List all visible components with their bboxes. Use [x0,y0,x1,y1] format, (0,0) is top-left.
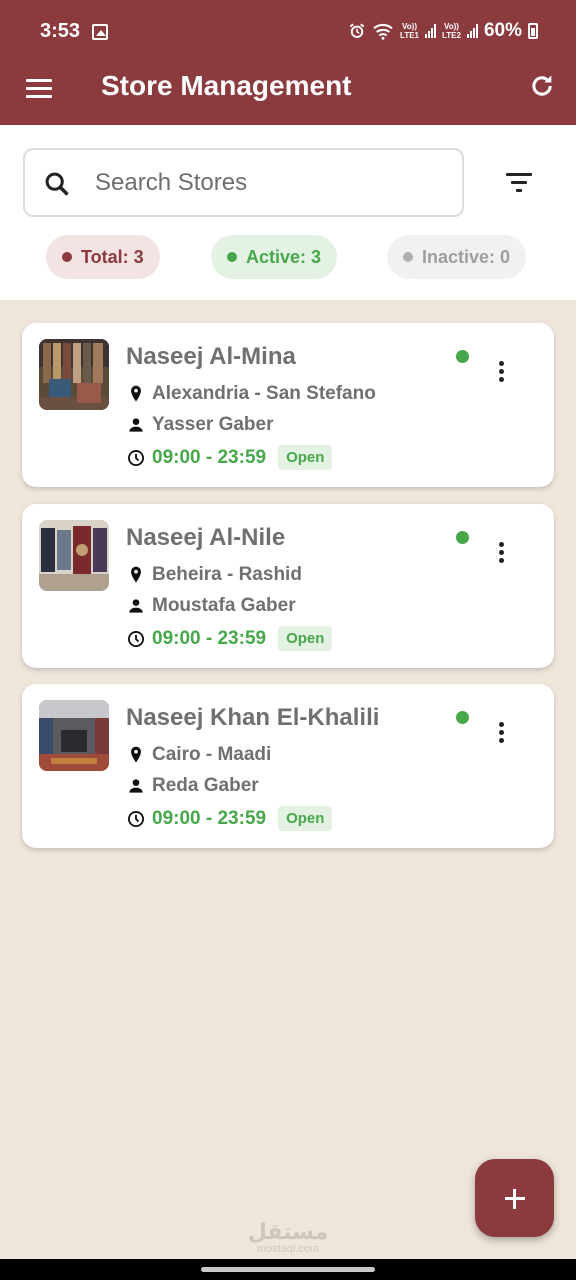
network-2-label: Vo)) LTE2 [442,22,461,40]
search-box[interactable] [23,148,464,217]
search-input[interactable] [95,164,435,202]
inactive-dot [403,252,413,262]
store-hours: 09:00 - 23:59 Open [126,445,333,470]
clock-icon [128,810,144,827]
inactive-count-label: Inactive: 0 [422,246,511,267]
store-thumbnail [39,520,109,591]
wifi-icon [373,23,393,40]
open-status-badge: Open [278,626,333,651]
home-gesture-handle[interactable] [201,1267,375,1272]
store-hours-text: 09:00 - 23:59 [152,446,267,468]
store-owner: Reda Gaber [126,775,259,797]
store-name: Naseej Khan El-Khalili [126,704,380,731]
store-location: Beheira - Rashid [126,564,302,586]
alarm-icon [349,23,365,38]
filter-icon[interactable] [506,173,534,195]
active-count-label: Active: 3 [246,246,322,267]
network-1-label: Vo)) LTE1 [400,22,419,40]
open-status-badge: Open [278,806,333,831]
battery-icon [528,23,538,39]
store-card[interactable]: Naseej Al-Nile Beheira - Rashid Moustafa… [22,504,554,668]
more-options-icon[interactable] [494,542,510,566]
store-location: Cairo - Maadi [126,744,271,766]
battery-percent: 60% [483,20,522,41]
more-options-icon[interactable] [494,361,510,385]
clock-icon [128,449,144,466]
person-icon [129,779,143,793]
store-owner: Yasser Gaber [126,414,273,436]
search-icon [45,172,69,196]
total-count-label: Total: 3 [81,246,144,267]
total-dot [62,252,72,262]
status-bar: 3:53 Vo)) LTE1 Vo)) LTE2 60% [0,0,576,62]
active-dot [227,252,237,262]
active-status-dot [456,531,469,544]
status-time: 3:53 [40,20,81,42]
store-owner-text: Moustafa Gaber [152,595,296,616]
watermark-logo-text: مستقل [247,1220,329,1245]
refresh-icon[interactable] [528,72,556,100]
location-pin-icon [131,746,141,763]
app-bar: Store Management [0,62,576,125]
add-store-button[interactable] [475,1159,554,1237]
store-thumbnail [39,339,109,410]
store-location: Alexandria - San Stefano [126,383,376,405]
menu-icon[interactable] [26,76,54,104]
location-pin-icon [131,385,141,402]
signal-icon [425,24,436,38]
store-name: Naseej Al-Mina [126,343,296,370]
store-card[interactable]: Naseej Al-Mina Alexandria - San Stefano … [22,323,554,487]
signal-icon [466,24,478,38]
store-hours-text: 09:00 - 23:59 [152,807,267,829]
store-hours: 09:00 - 23:59 Open [126,806,333,831]
store-location-text: Beheira - Rashid [152,564,302,585]
gallery-icon [92,24,108,40]
page-title: Store Management [101,70,352,101]
search-panel: Total: 3 Active: 3 Inactive: 0 [0,125,576,300]
active-status-dot [456,350,469,363]
store-location-text: Alexandria - San Stefano [152,383,376,404]
store-location-text: Cairo - Maadi [152,744,272,765]
store-owner: Moustafa Gaber [126,595,296,617]
person-icon [129,599,143,613]
active-status-dot [456,711,469,724]
person-icon [129,418,143,432]
store-hours: 09:00 - 23:59 Open [126,626,333,651]
location-pin-icon [131,566,141,583]
store-thumbnail [39,700,109,771]
store-hours-text: 09:00 - 23:59 [152,627,267,649]
more-options-icon[interactable] [494,722,510,746]
watermark: مستقل mostaql.com [238,1220,338,1255]
system-nav-bar [0,1259,576,1280]
store-owner-text: Reda Gaber [152,775,259,796]
status-icons: Vo)) LTE1 Vo)) LTE2 60% [348,20,538,42]
total-count-chip[interactable]: Total: 3 [46,235,160,279]
open-status-badge: Open [278,445,333,470]
active-count-chip[interactable]: Active: 3 [211,235,338,279]
inactive-count-chip[interactable]: Inactive: 0 [387,235,527,279]
store-name: Naseej Al-Nile [126,524,286,551]
store-owner-text: Yasser Gaber [152,414,274,435]
store-card[interactable]: Naseej Khan El-Khalili Cairo - Maadi Red… [22,684,554,848]
clock-icon [128,630,144,647]
